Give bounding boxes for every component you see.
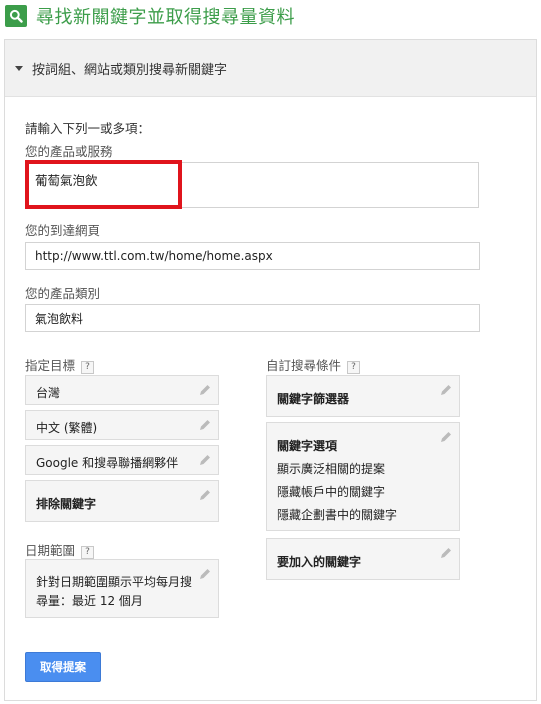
pencil-edit-icon[interactable] — [198, 566, 212, 580]
negative-keywords-value: 排除關鍵字 — [36, 497, 97, 511]
product-label: 您的產品或服務 — [25, 144, 113, 159]
custom-criteria-title-text: 自訂搜尋條件 — [266, 358, 342, 373]
location-targeting-card[interactable]: 台灣 — [25, 375, 219, 405]
keywords-to-include-card[interactable]: 要加入的關鍵字 — [266, 538, 460, 580]
pencil-edit-icon[interactable] — [439, 545, 453, 559]
pencil-edit-icon[interactable] — [198, 487, 212, 501]
date-range-card[interactable]: 針對日期範圍顯示平均每月搜 尋量：最近 12 個月 — [25, 559, 219, 618]
network-value: Google 和搜尋聯播網夥伴 — [36, 456, 179, 470]
page-title: 尋找新關鍵字並取得搜尋量資料 — [36, 7, 295, 28]
keywords-to-include-value: 要加入的關鍵字 — [277, 555, 362, 569]
get-ideas-button[interactable]: 取得提案 — [25, 652, 101, 682]
keyword-options-card[interactable]: 關鍵字選項 顯示廣泛相關的提案 隱藏帳戶中的關鍵字 隱藏企劃書中的關鍵字 — [266, 422, 460, 531]
landing-page-input[interactable]: http://www.ttl.com.tw/home/home.aspx — [25, 242, 480, 270]
network-targeting-card[interactable]: Google 和搜尋聯播網夥伴 — [25, 445, 219, 475]
help-icon[interactable]: ? — [347, 361, 361, 374]
category-input[interactable]: 氣泡飲料 — [25, 304, 480, 332]
category-label: 您的產品類別 — [25, 286, 101, 301]
landing-page-label: 您的到達網頁 — [25, 223, 101, 238]
date-range-line-1: 針對日期範圍顯示平均每月搜 — [36, 575, 193, 589]
page-header: 尋找新關鍵字並取得搜尋量資料 — [0, 0, 541, 32]
language-value: 中文 (繁體) — [36, 421, 98, 435]
date-range-line-2: 尋量：最近 12 個月 — [36, 594, 143, 608]
form-intro: 請輸入下列一或多項： — [25, 121, 151, 136]
section-title: 按詞組、網站或類別搜尋新關鍵字 — [32, 62, 228, 78]
keyword-option-item: 隱藏帳戶中的關鍵字 — [277, 485, 386, 499]
custom-criteria-title: 自訂搜尋條件? — [266, 355, 361, 374]
keyword-options-title: 關鍵字選項 — [277, 439, 338, 453]
targeting-title: 指定目標? — [25, 355, 95, 374]
help-icon[interactable]: ? — [81, 361, 95, 374]
keyword-filter-value: 關鍵字篩選器 — [277, 392, 350, 406]
language-targeting-card[interactable]: 中文 (繁體) — [25, 410, 219, 440]
pencil-edit-icon[interactable] — [439, 382, 453, 396]
pencil-edit-icon[interactable] — [198, 417, 212, 431]
date-range-title-text: 日期範圍 — [25, 543, 76, 558]
search-icon — [5, 5, 27, 27]
pencil-edit-icon[interactable] — [198, 452, 212, 466]
location-value: 台灣 — [36, 386, 61, 400]
keyword-filter-card[interactable]: 關鍵字篩選器 — [266, 375, 460, 417]
help-icon[interactable]: ? — [81, 546, 95, 559]
keyword-option-item: 顯示廣泛相關的提案 — [277, 462, 386, 476]
pencil-edit-icon[interactable] — [198, 382, 212, 396]
section-toggle[interactable]: 按詞組、網站或類別搜尋新關鍵字 — [5, 40, 536, 97]
negative-keywords-card[interactable]: 排除關鍵字 — [25, 480, 219, 522]
keyword-option-item: 隱藏企劃書中的關鍵字 — [277, 508, 398, 522]
targeting-title-text: 指定目標 — [25, 358, 76, 373]
date-range-title: 日期範圍? — [25, 540, 95, 559]
product-input[interactable]: 葡萄氣泡飲 — [25, 162, 479, 208]
caret-down-icon — [15, 65, 23, 71]
pencil-edit-icon[interactable] — [439, 429, 453, 443]
